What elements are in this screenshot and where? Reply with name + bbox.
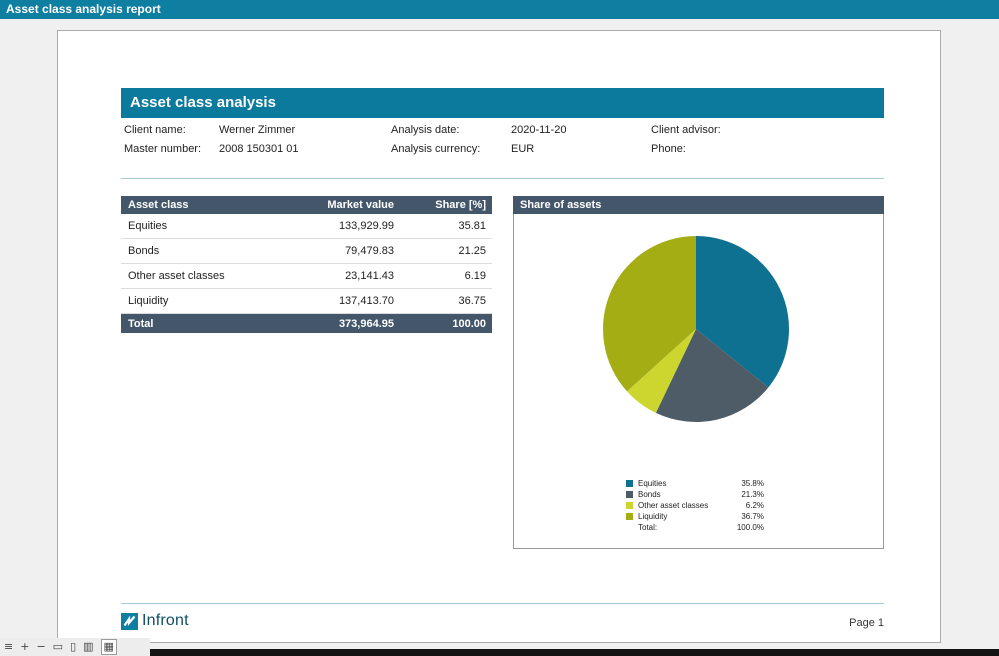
application-window: { "window": { "title": "Asset class anal… <box>0 0 999 656</box>
chart-panel-title: Share of assets <box>520 199 601 211</box>
chart-panel-title-bar: Share of assets <box>513 196 884 214</box>
table-row: Bonds 79,479.83 21.25 <box>121 239 492 264</box>
share-percent: 21.25 <box>396 245 492 257</box>
infront-logo-icon <box>121 613 138 630</box>
menu-icon[interactable]: ≡ <box>4 640 13 654</box>
legend-label: Bonds <box>638 490 730 499</box>
client-advisor-label: Client advisor: <box>651 124 721 137</box>
footer-divider <box>121 603 884 604</box>
single-page-view-icon[interactable]: ▯ <box>70 640 76 654</box>
market-value: 137,413.70 <box>281 295 396 307</box>
total-market-value: 373,964.95 <box>281 318 396 330</box>
zoom-out-icon[interactable]: − <box>36 640 45 654</box>
legend-value: 6.2% <box>730 501 764 510</box>
asset-class-name: Other asset classes <box>121 270 281 282</box>
window-title: Asset class analysis report <box>6 2 161 16</box>
legend-item: Bonds 21.3% <box>626 489 764 500</box>
total-share: 100.00 <box>396 318 492 330</box>
chart-legend: Equities 35.8% Bonds 21.3% Other asset c… <box>626 478 764 533</box>
asset-class-name: Liquidity <box>121 295 281 307</box>
table-row: Liquidity 137,413.70 36.75 <box>121 289 492 314</box>
col-header-market-value: Market value <box>281 199 396 211</box>
legend-label: Equities <box>638 479 730 488</box>
page-width-view-icon[interactable]: ▭ <box>53 640 63 654</box>
share-of-assets-panel: Share of assets Equities 35.8% Bonds 21.… <box>513 196 884 549</box>
legend-swatch-other-asset-classes <box>626 502 633 509</box>
legend-item: Other asset classes 6.2% <box>626 500 764 511</box>
brand-name: Infront <box>142 612 189 630</box>
bottom-edge-bar <box>45 649 999 656</box>
report-title-bar: Asset class analysis <box>121 88 884 118</box>
table-header-row: Asset class Market value Share [%] <box>121 196 492 214</box>
legend-label: Other asset classes <box>638 501 730 510</box>
report-title: Asset class analysis <box>130 94 276 111</box>
client-name-label: Client name: <box>124 124 186 137</box>
info-divider <box>121 178 884 179</box>
legend-swatch-bonds <box>626 491 633 498</box>
legend-swatch-equities <box>626 480 633 487</box>
report-page: Asset class analysis Client name: Werner… <box>57 30 941 643</box>
legend-total-row: Total: 100.0% <box>626 522 764 533</box>
legend-value: 35.8% <box>730 479 764 488</box>
total-label: Total <box>121 318 281 330</box>
analysis-currency-label: Analysis currency: <box>391 143 480 156</box>
legend-item: Liquidity 36.7% <box>626 511 764 522</box>
asset-class-name: Equities <box>121 220 281 232</box>
market-value: 23,141.43 <box>281 270 396 282</box>
legend-total-label: Total: <box>638 523 730 532</box>
thumbnail-view-icon[interactable]: ▦ <box>101 639 117 655</box>
col-header-asset-class: Asset class <box>121 199 281 211</box>
legend-value: 21.3% <box>730 490 764 499</box>
legend-value: 36.7% <box>730 512 764 521</box>
master-number-value: 2008 150301 01 <box>219 143 299 156</box>
master-number-label: Master number: <box>124 143 201 156</box>
viewer-toolbar: ≡ + − ▭ ▯ ▥ ▦ <box>0 638 150 656</box>
share-percent: 6.19 <box>396 270 492 282</box>
two-page-view-icon[interactable]: ▥ <box>83 640 93 654</box>
pie-chart <box>596 229 796 429</box>
share-percent: 35.81 <box>396 220 492 232</box>
legend-label: Liquidity <box>638 512 730 521</box>
legend-swatch-liquidity <box>626 513 633 520</box>
page-number: Page 1 <box>784 617 884 629</box>
legend-total-value: 100.0% <box>730 523 764 532</box>
client-name-value: Werner Zimmer <box>219 124 295 137</box>
window-title-bar: Asset class analysis report <box>0 0 999 19</box>
zoom-in-icon[interactable]: + <box>20 640 29 654</box>
col-header-share: Share [%] <box>396 199 492 211</box>
table-row: Other asset classes 23,141.43 6.19 <box>121 264 492 289</box>
brand-logo-block: Infront <box>121 612 189 630</box>
asset-class-table: Asset class Market value Share [%] Equit… <box>121 196 492 333</box>
analysis-date-label: Analysis date: <box>391 124 459 137</box>
phone-label: Phone: <box>651 143 686 156</box>
legend-item: Equities 35.8% <box>626 478 764 489</box>
table-total-row: Total 373,964.95 100.00 <box>121 314 492 333</box>
asset-class-name: Bonds <box>121 245 281 257</box>
table-row: Equities 133,929.99 35.81 <box>121 214 492 239</box>
market-value: 79,479.83 <box>281 245 396 257</box>
market-value: 133,929.99 <box>281 220 396 232</box>
share-percent: 36.75 <box>396 295 492 307</box>
analysis-date-value: 2020-11-20 <box>511 124 566 137</box>
analysis-currency-value: EUR <box>511 143 534 156</box>
